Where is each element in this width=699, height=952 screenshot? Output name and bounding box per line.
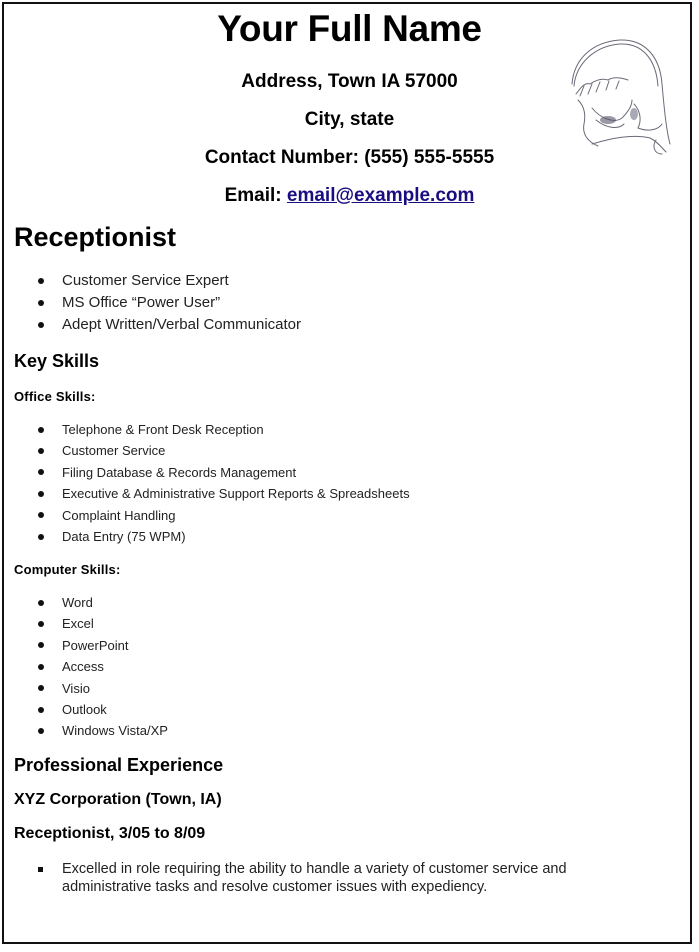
bullet-icon (38, 469, 44, 476)
bullet-icon (38, 642, 44, 649)
sketch-portrait-icon (571, 39, 671, 155)
bullet-icon (38, 706, 44, 713)
bullet-icon (38, 278, 44, 284)
company-name: XYZ Corporation (Town, IA) (14, 791, 222, 808)
bullet-icon (38, 448, 44, 455)
email-label: Email: (224, 185, 282, 206)
objective-list: Customer Service Expert MS Office “Power… (0, 270, 301, 336)
list-item: Customer Service Expert (0, 270, 301, 292)
email-link[interactable]: email@example.com (287, 185, 475, 206)
bullet-icon (38, 426, 44, 433)
key-skills-title: Key Skills (14, 351, 100, 371)
list-item: Access (0, 656, 168, 677)
list-item: Visio (0, 678, 168, 699)
experience-title: Professional Experience (14, 755, 224, 775)
objective-title: Receptionist (14, 222, 177, 252)
experience-item: Excelled in role requiring the ability t… (62, 861, 567, 895)
list-item: Data Entry (75 WPM) (0, 526, 410, 547)
list-item: Windows Vista/XP (0, 720, 168, 741)
bullet-icon (38, 685, 44, 692)
computer-skills-list: Word Excel PowerPoint Access Visio Outlo… (0, 592, 168, 742)
list-item: Telephone & Front Desk Reception (0, 419, 410, 440)
bullet-icon (38, 663, 44, 670)
list-item: Filing Database & Records Management (0, 462, 410, 483)
square-bullet-icon (38, 867, 43, 872)
list-item: Word (0, 592, 168, 613)
email-line: Email: email@example.com (0, 185, 699, 207)
bullet-icon (38, 621, 44, 628)
bullet-icon (38, 300, 44, 306)
list-item: Excel (0, 613, 168, 634)
bullet-icon (38, 599, 44, 606)
bullet-icon (38, 728, 44, 735)
list-item: Outlook (0, 699, 168, 720)
job-role: Receptionist, 3/05 to 8/09 (14, 825, 206, 842)
list-item: Complaint Handling (0, 505, 410, 526)
list-item: MS Office “Power User” (0, 292, 301, 314)
computer-skills-label: Computer Skills: (14, 562, 121, 577)
list-item: Executive & Administrative Support Repor… (0, 483, 410, 504)
bullet-icon (38, 512, 44, 519)
list-item: PowerPoint (0, 635, 168, 656)
bullet-icon (38, 490, 44, 497)
list-item: Adept Written/Verbal Communicator (0, 314, 301, 336)
list-item: Customer Service (0, 440, 410, 461)
office-skills-list: Telephone & Front Desk Reception Custome… (0, 419, 410, 547)
bullet-icon (38, 322, 44, 328)
office-skills-label: Office Skills: (14, 389, 96, 404)
bullet-icon (38, 533, 44, 540)
